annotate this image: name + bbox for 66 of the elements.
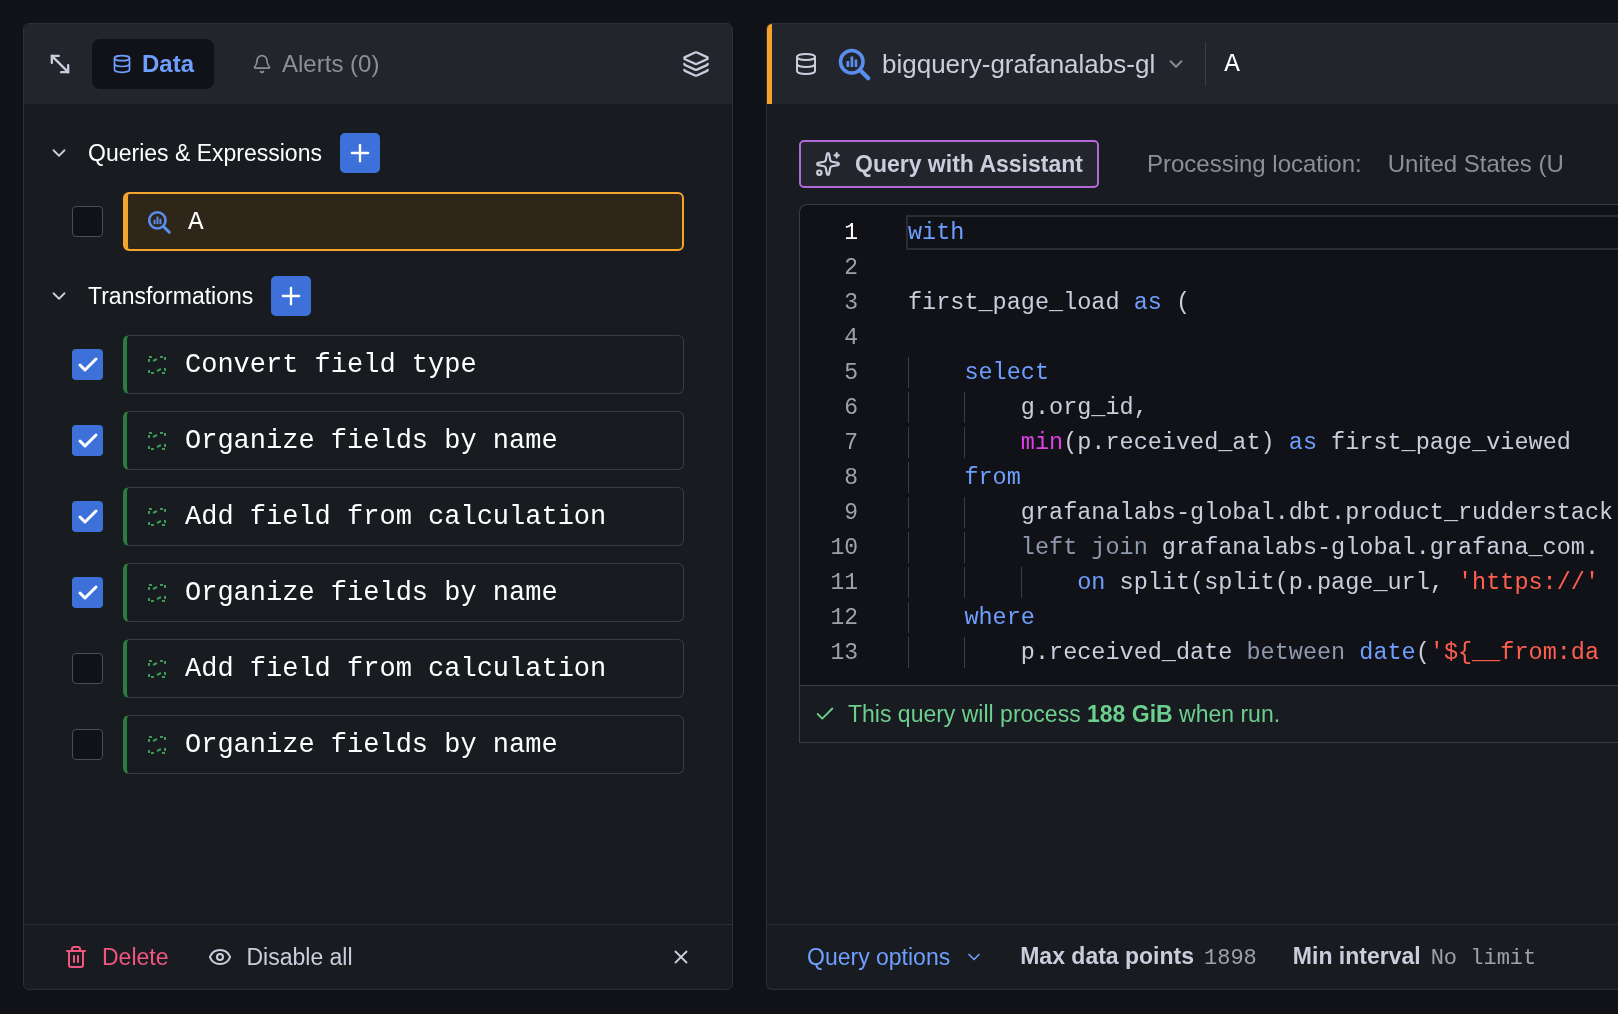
code-line: on split(split(p.page_url, 'https://' — [1076, 569, 1600, 596]
stat-value: No limit — [1430, 946, 1537, 971]
database-icon — [794, 52, 818, 76]
add-button[interactable] — [271, 276, 312, 316]
code-line: from — [963, 464, 1021, 491]
transformation-card[interactable]: Convert field type — [123, 335, 684, 394]
bigquery-icon — [836, 46, 872, 82]
checkbox[interactable] — [72, 729, 103, 760]
query-card[interactable]: A — [123, 192, 684, 251]
line-number: 12 — [829, 604, 858, 631]
transformation-card[interactable]: Add field from calculation — [123, 639, 684, 698]
layers-icon[interactable] — [682, 50, 710, 78]
line-number: 2 — [843, 254, 858, 281]
line-number: 7 — [843, 429, 858, 456]
code-line: p.received_date between date('${__from:da — [1019, 639, 1600, 666]
section-title: Queries & Expressions — [88, 139, 322, 167]
line-number: 6 — [843, 394, 858, 421]
stat-label: Min interval — [1292, 943, 1421, 970]
sparkles-icon — [815, 151, 841, 177]
line-number: 13 — [829, 639, 858, 666]
checkbox[interactable] — [72, 349, 103, 380]
bigquery-icon — [146, 208, 172, 235]
add-button[interactable] — [339, 133, 380, 173]
line-number: 5 — [843, 359, 858, 386]
delete-button[interactable]: Delete — [64, 943, 169, 971]
checkbox[interactable] — [72, 577, 103, 608]
checkbox[interactable] — [72, 501, 103, 532]
checkbox[interactable] — [72, 653, 103, 684]
code-line: select — [963, 359, 1050, 386]
checkbox[interactable] — [72, 425, 103, 456]
transformation-card[interactable]: Organize fields by name — [123, 563, 684, 622]
tab[interactable]: Data — [92, 39, 215, 89]
code-line: min(p.received_at) as first_page_viewed — [1019, 429, 1571, 456]
line-number: 3 — [843, 289, 858, 316]
disable-all-button[interactable]: Disable all — [208, 943, 353, 971]
code-line: where — [963, 604, 1035, 631]
line-number: 9 — [843, 499, 858, 526]
checkbox[interactable] — [72, 206, 103, 237]
line-number: 4 — [843, 324, 858, 351]
tab[interactable]: Alerts (0) — [232, 39, 400, 89]
line-number: 11 — [829, 569, 858, 596]
stat-label: Max data points — [1020, 943, 1194, 970]
assistant-button[interactable]: Query with Assistant — [799, 140, 1099, 188]
line-number: 8 — [843, 464, 858, 491]
stat-value: 1898 — [1204, 946, 1257, 971]
processing-label: Processing location: — [1146, 150, 1362, 178]
validation-message: This query will process 188 GiB when run. — [848, 700, 1281, 728]
line-number: 10 — [829, 534, 858, 561]
code-line: left join grafanalabs-global.grafana_com. — [1019, 534, 1600, 561]
section-title: Transformations — [88, 282, 254, 310]
code-line: grafanalabs-global.dbt.product_rudderstack — [1019, 499, 1614, 526]
code-line: first_page_load as ( — [908, 289, 1191, 316]
transformation-card[interactable]: Organize fields by name — [123, 715, 684, 774]
code-editor[interactable] — [799, 204, 1618, 686]
trash-icon — [64, 945, 88, 969]
code-line: with — [908, 219, 965, 246]
processing-location[interactable]: United States (U — [1387, 150, 1564, 178]
transformation-card[interactable]: Organize fields by name — [123, 411, 684, 470]
code-line: g.org_id, — [1019, 394, 1148, 421]
line-number: 1 — [843, 219, 858, 246]
database-icon — [112, 54, 132, 74]
query-name[interactable]: A — [1224, 49, 1240, 79]
datasource-picker[interactable]: bigquery-grafanalabs-gl — [836, 46, 1188, 82]
query-options-button[interactable]: Query options — [807, 943, 985, 971]
transformation-card[interactable]: Add field from calculation — [123, 487, 684, 546]
bell-icon — [252, 54, 273, 74]
